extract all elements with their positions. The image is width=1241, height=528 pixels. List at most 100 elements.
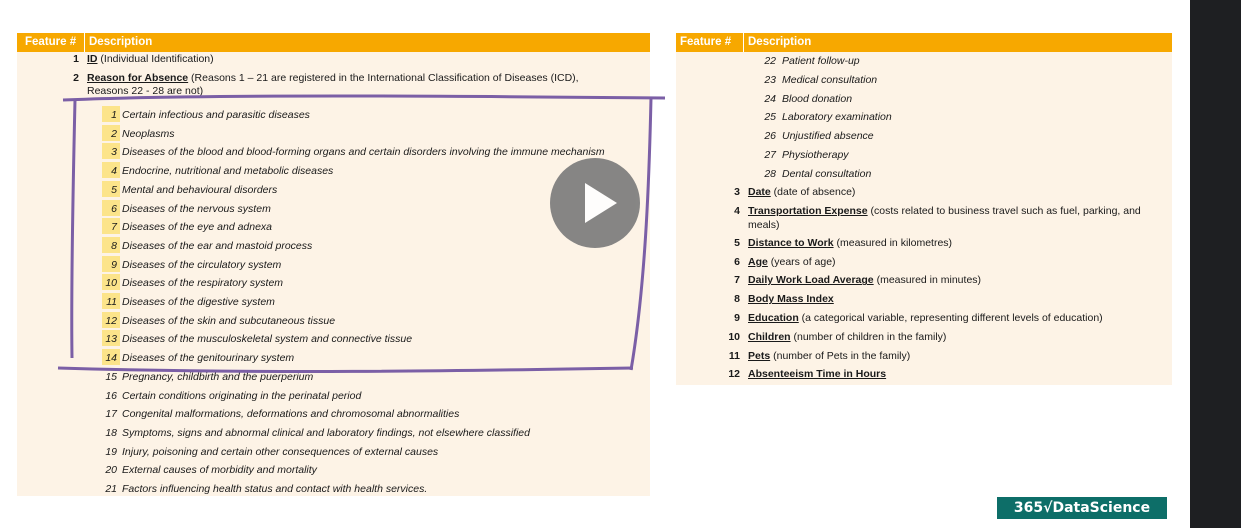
reason-text: Certain conditions originating in the pe… bbox=[122, 389, 362, 402]
feature-number: 10 bbox=[728, 330, 740, 343]
feature-number: 3 bbox=[734, 186, 740, 198]
feature-detail: (costs related to business travel such a… bbox=[867, 204, 1141, 217]
reason-number: 28 bbox=[764, 167, 776, 180]
feature-description: Pets (number of Pets in the family) bbox=[748, 350, 910, 362]
feature-detail: (Individual Identification) bbox=[97, 53, 214, 65]
feature-title: Absenteeism Time in Hours bbox=[748, 368, 887, 381]
feature-row: 12 Absenteeism Time in Hours bbox=[676, 368, 1172, 386]
reason-number: 19 bbox=[105, 445, 117, 458]
reason-number: 27 bbox=[764, 149, 776, 161]
brand-logo: 365√DataScience bbox=[997, 497, 1167, 519]
feature-title: Pets bbox=[748, 349, 771, 362]
reason-row: 20 External causes of morbidity and morta… bbox=[17, 461, 650, 479]
feature-row: 11 Pets (number of Pets in the family) bbox=[676, 350, 1172, 368]
feature-description: Body Mass Index bbox=[748, 293, 834, 305]
right-header-description: Description bbox=[748, 36, 812, 48]
reason-text: Physiotherapy bbox=[782, 149, 849, 161]
reason-row: 22 Patient follow-up bbox=[676, 55, 1172, 73]
reason-text: Injury, poisoning and certain other cons… bbox=[122, 445, 439, 458]
feature-description: Daily Work Load Average (measured in min… bbox=[748, 274, 981, 286]
reason-text: Congenital malformations, deformations a… bbox=[122, 408, 460, 421]
reason-number: 23 bbox=[764, 73, 776, 86]
feature-detail: (a categorical variable, representing di… bbox=[798, 312, 1103, 324]
feature-detail: (measured in kilometres) bbox=[833, 236, 953, 249]
feature-title: Reason for Absence bbox=[87, 72, 189, 84]
reason-row: 26 Unjustified absence bbox=[676, 130, 1172, 148]
feature-title: Daily Work Load Average bbox=[748, 274, 874, 287]
feature-number: 7 bbox=[734, 274, 740, 287]
reason-number: 20 bbox=[105, 464, 117, 477]
feature-number: 1 bbox=[73, 53, 79, 65]
reason-number: 16 bbox=[105, 389, 117, 402]
feature-description: Absenteeism Time in Hours bbox=[748, 368, 886, 380]
reason-text: Blood donation bbox=[782, 92, 853, 105]
reason-number: 18 bbox=[105, 426, 117, 439]
feature-description: Transportation Expense (costs related to… bbox=[748, 205, 1141, 217]
reason-text: Factors influencing health status and co… bbox=[122, 483, 428, 495]
feature-detail: (years of age) bbox=[767, 255, 836, 268]
reason-text: Dental consultation bbox=[782, 167, 872, 180]
left-header-description: Description bbox=[89, 36, 153, 48]
feature-title: Transportation Expense bbox=[748, 204, 868, 217]
feature-row: 4 Transportation Expense (costs related t… bbox=[676, 204, 1172, 231]
feature-detail: (number of Pets in the family) bbox=[770, 349, 911, 362]
feature-description: Children (number of children in the fami… bbox=[748, 331, 946, 343]
reason-text: Patient follow-up bbox=[782, 55, 860, 67]
feature-description: Date (date of absence) bbox=[748, 186, 855, 198]
feature-description: Age (years of age) bbox=[748, 256, 836, 268]
feature-number: 9 bbox=[734, 312, 740, 324]
reason-row: 18 Symptoms, signs and abnormal clinical … bbox=[17, 424, 650, 442]
feature-detail: (date of absence) bbox=[770, 186, 856, 198]
reason-number: 26 bbox=[764, 130, 776, 143]
left-header-feature: Feature # bbox=[25, 36, 77, 48]
right-table-header: Feature # Description bbox=[676, 33, 1172, 52]
reason-text: Symptoms, signs and abnormal clinical an… bbox=[122, 426, 530, 439]
feature-row: 6 Age (years of age) bbox=[676, 256, 1172, 274]
reason-row: 28 Dental consultation bbox=[676, 168, 1172, 186]
feature-title: Age bbox=[748, 255, 768, 268]
feature-title: Distance to Work bbox=[748, 236, 834, 249]
feature-description: Distance to Work (measured in kilometres… bbox=[748, 237, 952, 249]
reason-row: 19 Injury, poisoning and certain other co… bbox=[17, 443, 650, 461]
reason-text: Medical consultation bbox=[782, 73, 878, 86]
reason-row: 27 Physiotherapy bbox=[676, 149, 1172, 167]
feature-row: 9 Education (a categorical variable, repr… bbox=[676, 312, 1172, 330]
feature-title: ID bbox=[87, 53, 98, 65]
reason-number: 17 bbox=[105, 408, 117, 421]
play-button[interactable] bbox=[550, 158, 640, 248]
feature-detail: (measured in minutes) bbox=[873, 274, 982, 287]
feature-row: 10 Children (number of children in the fa… bbox=[676, 331, 1172, 349]
feature-row: 8 Body Mass Index bbox=[676, 293, 1172, 311]
feature-number: 11 bbox=[728, 349, 740, 362]
feature-title: Education bbox=[748, 312, 799, 324]
reason-row: 23 Medical consultation bbox=[676, 74, 1172, 92]
reason-text: Unjustified absence bbox=[782, 130, 874, 143]
reason-row: 24 Blood donation bbox=[676, 93, 1172, 111]
feature-number: 4 bbox=[734, 204, 740, 217]
right-side-panel bbox=[1190, 0, 1241, 528]
slide: Feature # Description 1 ID (Individual Id… bbox=[0, 0, 1190, 528]
feature-number: 5 bbox=[734, 236, 740, 249]
feature-number: 8 bbox=[734, 293, 740, 306]
reason-row: 25 Laboratory examination bbox=[676, 111, 1172, 129]
reason-row: 16 Certain conditions originating in the … bbox=[17, 387, 650, 405]
feature-description: ID (Individual Identification) bbox=[87, 53, 214, 65]
reason-row: 17 Congenital malformations, deformations… bbox=[17, 405, 650, 423]
feature-description: Education (a categorical variable, repre… bbox=[748, 312, 1103, 324]
feature-description: Reason for Absence (Reasons 1 – 21 are r… bbox=[87, 72, 579, 84]
left-table-header: Feature # Description bbox=[17, 33, 650, 52]
feature-row: 7 Daily Work Load Average (measured in mi… bbox=[676, 274, 1172, 292]
reason-text: Laboratory examination bbox=[782, 111, 892, 124]
feature-title: Date bbox=[748, 186, 771, 198]
feature-detail-line2: meals) bbox=[748, 218, 780, 231]
right-header-feature: Feature # bbox=[680, 36, 732, 48]
play-icon bbox=[585, 183, 617, 223]
reason-text: External causes of morbidity and mortali… bbox=[122, 464, 317, 477]
feature-title: Children bbox=[748, 330, 791, 343]
feature-row: 1 ID (Individual Identification) bbox=[17, 53, 650, 71]
reason-number: 22 bbox=[764, 55, 776, 67]
feature-number: 2 bbox=[73, 72, 79, 84]
reason-number: 25 bbox=[764, 111, 776, 124]
reason-number: 21 bbox=[105, 483, 117, 495]
feature-title: Body Mass Index bbox=[748, 293, 834, 306]
